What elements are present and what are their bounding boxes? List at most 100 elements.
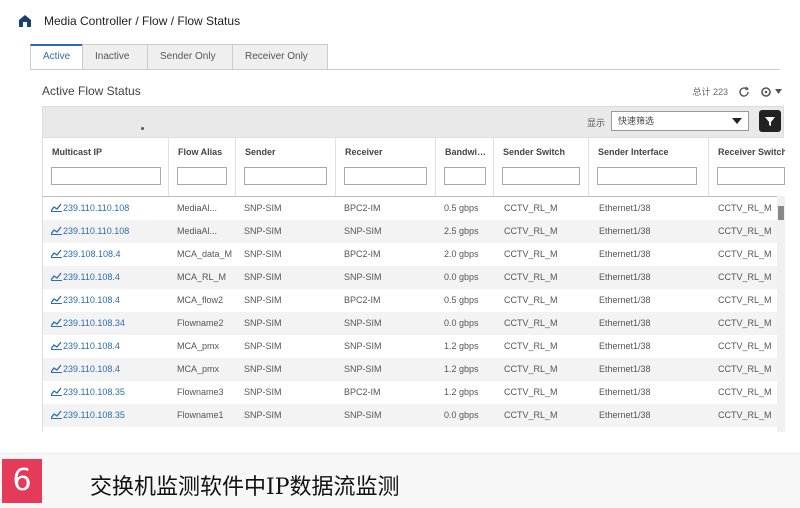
section-title: Active Flow Status — [42, 84, 141, 98]
cell-multicast-ip[interactable]: 239.110.110.108 — [51, 197, 169, 220]
cell-multicast-ip[interactable]: 239.110.108.4 — [51, 289, 169, 312]
cell-sender-interface: Ethernet1/38 — [599, 364, 651, 374]
filter-input-sender-switch[interactable] — [502, 167, 580, 185]
stats-icon — [51, 410, 62, 419]
table-row[interactable]: 239.110.110.108 MediaAl... SNP-SIM BPC2-… — [43, 197, 785, 220]
show-label: 显示 — [587, 118, 606, 128]
filter-input-sender-interface[interactable] — [597, 167, 697, 185]
cell-flow-alias: MCA_pmx — [177, 341, 220, 351]
cell-multicast-ip[interactable]: 239.110.108.4 — [51, 266, 169, 289]
table-row[interactable]: 239.110.108.4 MCA_RL_M SNP-SIM SNP-SIM 0… — [43, 266, 785, 289]
refresh-icon[interactable] — [738, 86, 750, 98]
cell-multicast-ip[interactable]: 239.108.108.4 — [51, 243, 169, 266]
cell-sender-interface: Ethernet1/38 — [599, 318, 651, 328]
column-header-sender: Sender — [236, 138, 336, 196]
caption-text: 交换机监测软件中IP数据流监测 — [90, 475, 400, 500]
column-label[interactable]: Receiver Switch — [718, 147, 785, 157]
scrollbar-thumb[interactable] — [778, 206, 784, 220]
column-label[interactable]: Sender — [245, 147, 276, 157]
cell-bandwidth: 2.0 gbps — [444, 249, 479, 259]
cell-sender-interface: Ethernet1/38 — [599, 203, 651, 213]
cell-sender-switch: CCTV_RL_M — [504, 272, 558, 282]
cell-sender: SNP-SIM — [244, 272, 282, 282]
table-row[interactable]: 239.110.108.35 Flowname3 SNP-SIM BPC2-IM… — [43, 381, 785, 404]
column-header-sender-interface: Sender Interface — [589, 138, 709, 196]
cell-bandwidth: 0.5 gbps — [444, 295, 479, 305]
cell-multicast-ip[interactable]: 239.110.108.34 — [51, 312, 169, 335]
figure-caption: 6 交换机监测软件中IP数据流监测 — [0, 455, 800, 508]
cell-multicast-ip[interactable]: 239.110.108.4 — [51, 358, 169, 381]
column-label[interactable]: Sender Switch — [503, 147, 565, 157]
figure-number: 6 — [2, 459, 42, 503]
cell-sender: SNP-SIM — [244, 387, 282, 397]
column-label[interactable]: Flow Alias — [178, 147, 222, 157]
cell-sender-interface: Ethernet1/38 — [599, 226, 651, 236]
table-toolbar: 显示 快速筛选 — [42, 106, 784, 138]
filter-input-sender[interactable] — [244, 167, 327, 185]
filter-input-receiver-switch[interactable] — [717, 167, 785, 185]
tab-inactive[interactable]: Inactive — [82, 44, 148, 69]
cell-bandwidth: 1.2 gbps — [444, 387, 479, 397]
table-row[interactable]: 239.108.108.4 MCA_data_M SNP-SIM BPC2-IM… — [43, 243, 785, 266]
cell-sender-switch: CCTV_RL_M — [504, 249, 558, 259]
tab-receiver-only[interactable]: Receiver Only — [232, 44, 328, 69]
settings-menu[interactable] — [760, 86, 782, 98]
cell-receiver-switch: CCTV_RL_M — [718, 410, 772, 420]
cell-sender-interface: Ethernet1/38 — [599, 410, 651, 420]
table-row[interactable]: 239.110.108.4 MCA_flow2 SNP-SIM BPC2-IM … — [43, 289, 785, 312]
cell-receiver: SNP-SIM — [344, 364, 382, 374]
cell-sender: SNP-SIM — [244, 203, 282, 213]
cell-sender: SNP-SIM — [244, 318, 282, 328]
column-label[interactable]: Receiver — [345, 147, 383, 157]
cell-sender-switch: CCTV_RL_M — [504, 410, 558, 420]
cell-text: 239.110.108.35 — [63, 387, 125, 397]
column-label[interactable]: Multicast IP — [52, 147, 102, 157]
table-row[interactable]: 239.110.110.108 MediaAl... SNP-SIM SNP-S… — [43, 220, 785, 243]
column-label[interactable]: Bandwi… — [445, 147, 486, 157]
cell-receiver: SNP-SIM — [344, 341, 382, 351]
column-header-receiver-switch: Receiver Switch — [709, 138, 785, 196]
table-row[interactable]: 239.110.108.4 MCA_pmx SNP-SIM SNP-SIM 1.… — [43, 335, 785, 358]
tab-active[interactable]: Active — [30, 44, 83, 69]
filter-input-multicast-ip[interactable] — [51, 167, 161, 185]
cell-text: 239.110.108.34 — [63, 318, 125, 328]
toolbar-dot — [141, 127, 144, 130]
cell-receiver-switch: CCTV_RL_M — [718, 203, 772, 213]
vertical-scrollbar[interactable] — [777, 196, 785, 432]
cell-text: 239.108.108.4 — [63, 249, 121, 259]
stats-icon — [51, 387, 62, 396]
table-row[interactable]: 239.110.108.35 Flowname1 SNP-SIM SNP-SIM… — [43, 404, 785, 427]
cell-receiver: BPC2-IM — [344, 295, 381, 305]
tab-label: Sender Only — [160, 51, 216, 62]
cell-receiver: SNP-SIM — [344, 410, 382, 420]
table-row[interactable]: 239.110.108.4 MCA_pmx SNP-SIM SNP-SIM 1.… — [43, 358, 785, 381]
filter-input-receiver[interactable] — [344, 167, 427, 185]
home-icon[interactable] — [18, 14, 32, 28]
cell-flow-alias: MCA_data_M — [177, 249, 233, 259]
filter-input-flow-alias[interactable] — [177, 167, 227, 185]
filter-input-bandwidth[interactable] — [444, 167, 486, 185]
column-label[interactable]: Sender Interface — [598, 147, 669, 157]
cell-sender-switch: CCTV_RL_M — [504, 203, 558, 213]
stats-icon — [51, 341, 62, 350]
cell-multicast-ip[interactable]: 239.110.108.35 — [51, 404, 169, 427]
quick-filter-select[interactable]: 快速筛选 — [611, 111, 749, 131]
cell-multicast-ip[interactable]: 239.110.108.35 — [51, 381, 169, 404]
table-row[interactable]: 239.110.108.34 Flowname2 SNP-SIM SNP-SIM… — [43, 312, 785, 335]
cell-flow-alias: MCA_pmx — [177, 364, 220, 374]
cell-multicast-ip[interactable]: 239.110.110.108 — [51, 220, 169, 243]
tab-label: Active — [43, 51, 71, 62]
cell-sender-switch: CCTV_RL_M — [504, 364, 558, 374]
filter-button[interactable] — [759, 110, 781, 132]
cell-receiver-switch: CCTV_RL_M — [718, 226, 772, 236]
screenshot-panel: Media Controller / Flow / Flow Status Ac… — [0, 0, 800, 452]
tab-sender-only[interactable]: Sender Only — [147, 44, 233, 69]
cell-receiver-switch: CCTV_RL_M — [718, 295, 772, 305]
header-tools: 总计 223 — [692, 85, 782, 98]
cell-bandwidth: 0.0 gbps — [444, 410, 479, 420]
cell-receiver-switch: CCTV_RL_M — [718, 364, 772, 374]
cell-bandwidth: 0.0 gbps — [444, 272, 479, 282]
cell-bandwidth: 2.5 gbps — [444, 226, 479, 236]
cell-receiver: BPC2-IM — [344, 387, 381, 397]
cell-multicast-ip[interactable]: 239.110.108.4 — [51, 335, 169, 358]
